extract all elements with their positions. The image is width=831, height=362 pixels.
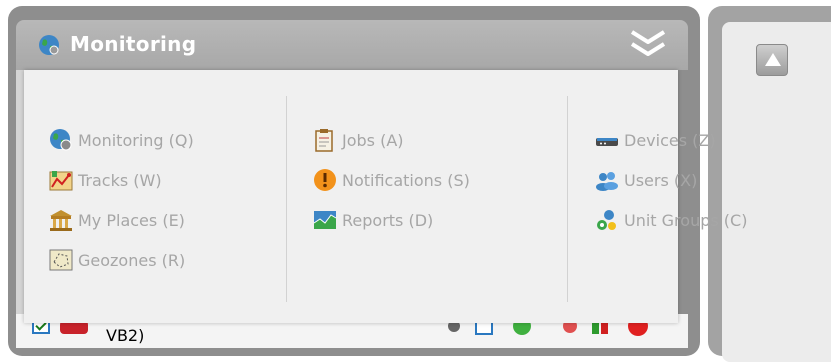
menu-item-label: Tracks (W) — [78, 170, 162, 190]
menu-item-my-places[interactable]: My Places (E) — [48, 206, 185, 234]
menu-item-geozones[interactable]: Geozones (R) — [48, 246, 185, 274]
menu-item-label: Users (X) — [624, 170, 698, 190]
column-divider — [567, 96, 568, 302]
map-route-icon — [49, 171, 73, 191]
column-divider — [286, 96, 287, 302]
menu-item-reports[interactable]: Reports (D) — [312, 206, 433, 234]
users-icon — [596, 172, 618, 191]
menu-item-unit-groups[interactable]: Unit Groups (C) — [594, 206, 747, 234]
device-icon — [596, 138, 618, 146]
unit-groups-icon — [597, 210, 616, 230]
menu-item-label: Monitoring (Q) — [78, 130, 194, 150]
unit-name: VB2) — [106, 326, 145, 345]
geozone-icon — [49, 249, 73, 271]
menu-item-notifications[interactable]: Notifications (S) — [312, 166, 470, 194]
building-icon — [50, 210, 72, 231]
menu-item-label: Jobs (A) — [342, 130, 404, 150]
panel-header[interactable]: Monitoring — [16, 20, 688, 70]
globe-icon — [39, 35, 59, 55]
menu-item-label: Notifications (S) — [342, 170, 470, 190]
menu-item-devices[interactable]: Devices (Z) — [594, 126, 716, 154]
collapse-chevrons-icon[interactable] — [628, 26, 668, 62]
panel-title: Monitoring — [70, 32, 197, 56]
menu-item-label: My Places (E) — [78, 210, 185, 230]
chart-icon — [313, 211, 337, 229]
globe-icon — [50, 129, 72, 151]
warning-icon — [314, 169, 336, 191]
navigation-dropdown-menu: Monitoring (Q) Tracks (W) My Places (E) … — [24, 70, 747, 323]
menu-item-monitoring[interactable]: Monitoring (Q) — [48, 126, 194, 154]
menu-item-label: Unit Groups (C) — [624, 210, 748, 230]
scroll-up-button[interactable] — [756, 44, 788, 76]
menu-item-tracks[interactable]: Tracks (W) — [48, 166, 162, 194]
menu-item-label: Reports (D) — [342, 210, 434, 230]
menu-item-label: Devices (Z) — [624, 130, 716, 150]
clipboard-icon — [315, 129, 333, 152]
menu-item-label: Geozones (R) — [78, 250, 186, 270]
menu-item-jobs[interactable]: Jobs (A) — [312, 126, 404, 154]
menu-item-users[interactable]: Users (X) — [594, 166, 697, 194]
